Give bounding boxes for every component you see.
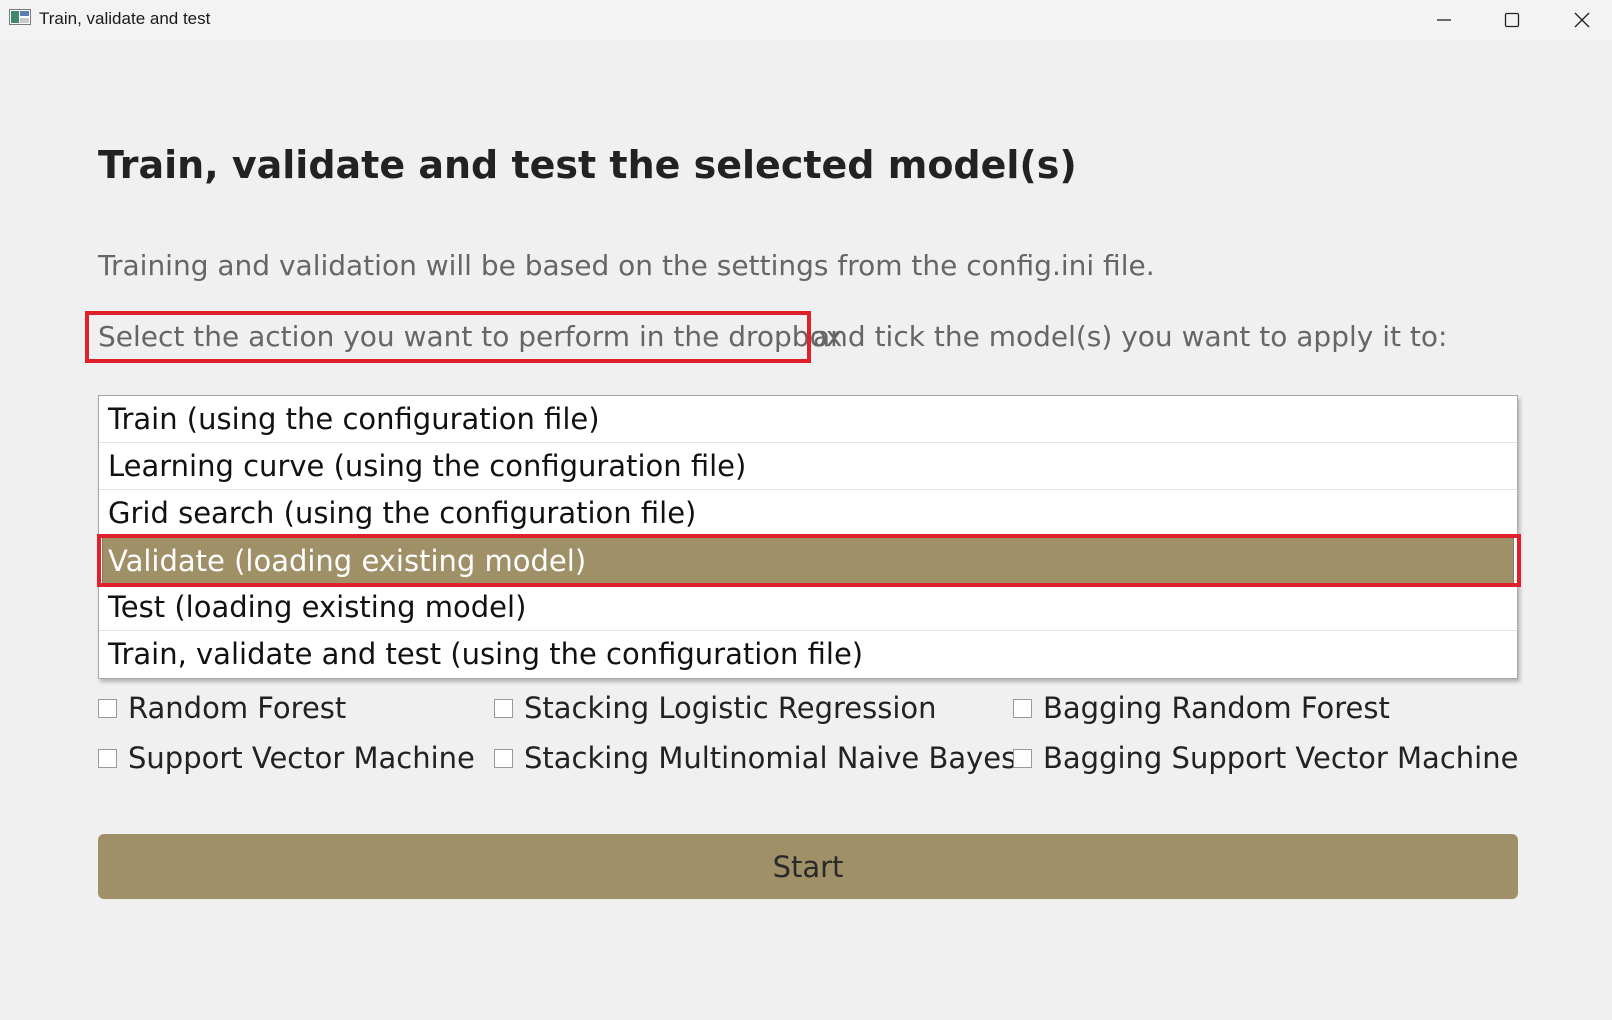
maximize-button[interactable]	[1478, 0, 1546, 40]
checkbox-label: Bagging Support Vector Machine	[1043, 741, 1519, 775]
checkbox-box[interactable]	[494, 698, 513, 718]
checkbox-stacking-multinomial-naive-bayes[interactable]: Stacking Multinomial Naive Bayes	[494, 741, 1016, 775]
description-text: Training and validation will be based on…	[98, 249, 1155, 282]
dropdown-option-learning-curve[interactable]: Learning curve (using the configuration …	[99, 443, 1517, 490]
instruction-highlighted-text: Select the action you want to perform in…	[98, 320, 843, 353]
minimize-icon	[1437, 19, 1451, 21]
checkbox-box[interactable]	[98, 698, 117, 718]
dropdown-option-train-validate-test[interactable]: Train, validate and test (using the conf…	[99, 631, 1517, 678]
page-title: Train, validate and test the selected mo…	[98, 143, 1077, 187]
checkbox-label: Random Forest	[128, 691, 347, 725]
title-bar: Train, validate and test	[0, 0, 1612, 40]
dropdown-option-test[interactable]: Test (loading existing model)	[99, 584, 1517, 631]
checkbox-stacking-logistic-regression[interactable]: Stacking Logistic Regression	[494, 691, 937, 725]
checkbox-bagging-support-vector-machine[interactable]: Bagging Support Vector Machine	[1013, 741, 1518, 775]
checkbox-label: Stacking Logistic Regression	[524, 691, 937, 725]
checkbox-box[interactable]	[494, 748, 513, 768]
maximize-icon	[1504, 12, 1520, 28]
action-dropdown-list[interactable]: Train (using the configuration file) Lea…	[98, 395, 1518, 679]
dropdown-option-validate[interactable]: Validate (loading existing model)	[102, 537, 1514, 584]
checkbox-support-vector-machine[interactable]: Support Vector Machine	[98, 741, 475, 775]
checkbox-bagging-random-forest[interactable]: Bagging Random Forest	[1013, 691, 1390, 725]
checkbox-label: Support Vector Machine	[128, 741, 475, 775]
window-title: Train, validate and test	[39, 9, 211, 28]
dropdown-option-train[interactable]: Train (using the configuration file)	[99, 396, 1517, 443]
dropdown-option-grid-search[interactable]: Grid search (using the configuration fil…	[99, 490, 1517, 537]
start-button[interactable]: Start	[98, 834, 1518, 899]
checkbox-box[interactable]	[1013, 748, 1032, 768]
checkbox-label: Bagging Random Forest	[1043, 691, 1390, 725]
checkbox-random-forest[interactable]: Random Forest	[98, 691, 346, 725]
app-window-icon	[9, 9, 31, 25]
close-button[interactable]	[1548, 0, 1612, 40]
app-window: Train, validate and test Train, validate…	[0, 0, 1612, 1020]
checkbox-box[interactable]	[1013, 698, 1032, 718]
minimize-button[interactable]	[1410, 0, 1478, 40]
checkbox-label: Stacking Multinomial Naive Bayes	[524, 741, 1017, 775]
close-icon	[1574, 12, 1590, 28]
checkbox-box[interactable]	[98, 748, 117, 768]
instruction-rest-text: and tick the model(s) you want to apply …	[813, 320, 1448, 353]
